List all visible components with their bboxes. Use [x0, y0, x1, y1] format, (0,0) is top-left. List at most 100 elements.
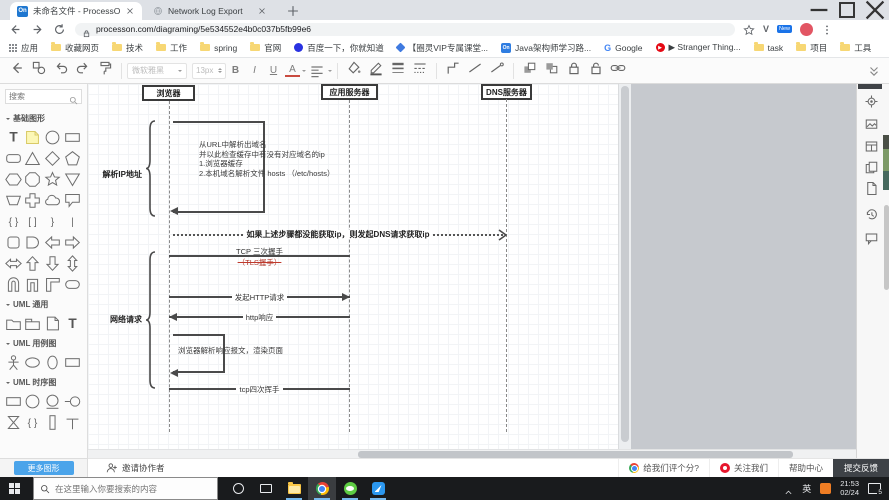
lifeline-dns-server[interactable] — [506, 99, 507, 432]
scrollbar-thumb[interactable] — [358, 451, 793, 458]
shape-brace-right[interactable]: } — [44, 212, 62, 230]
unlock-icon[interactable] — [588, 60, 604, 76]
bookmark-item-1[interactable]: 收藏网页 — [51, 42, 99, 54]
new-tab-button[interactable] — [286, 4, 300, 18]
line-straight-icon[interactable] — [467, 60, 483, 76]
window-minimize-button[interactable] — [805, 0, 833, 20]
taskbar-search-input[interactable] — [55, 483, 205, 494]
layout-icon[interactable] — [864, 139, 879, 154]
group-label-network-request[interactable]: 网络请求 — [96, 314, 142, 325]
shape-brace-pair[interactable]: { } — [4, 212, 22, 230]
shape-section-title[interactable]: UML 用例图 — [0, 333, 87, 352]
profile-avatar[interactable] — [800, 22, 814, 36]
shape-library-icon[interactable] — [31, 60, 47, 76]
fill-color-icon[interactable] — [346, 60, 362, 76]
shape-arrow-left[interactable] — [44, 233, 62, 251]
page-scrollbar-thumb[interactable] — [884, 205, 889, 290]
notification-icon[interactable]: 5 — [868, 483, 883, 496]
reload-icon[interactable] — [53, 23, 66, 36]
shape-rect[interactable] — [63, 128, 81, 146]
format-painter-icon[interactable] — [97, 60, 113, 76]
shape-circle-underline[interactable] — [44, 392, 62, 410]
shape-arrow-left-right[interactable] — [4, 254, 22, 272]
comment-icon[interactable] — [864, 231, 879, 246]
shape-cross[interactable] — [24, 191, 42, 209]
shape-triangle[interactable] — [24, 149, 42, 167]
feedback-button[interactable]: 提交反馈 — [832, 459, 889, 477]
message-label-http-response[interactable]: http响应 — [169, 312, 350, 323]
group-brace-network[interactable] — [144, 251, 157, 389]
shape-pentagon[interactable] — [63, 149, 81, 167]
line-style-icon[interactable] — [412, 60, 428, 76]
tab-network-log[interactable]: Network Log Export — [146, 2, 274, 20]
bookmark-item-11[interactable]: task — [753, 42, 783, 53]
ime-indicator[interactable]: 英 — [802, 482, 811, 495]
shape-rect[interactable] — [63, 353, 81, 371]
align-icon[interactable] — [309, 63, 325, 79]
message-label-tls-strikethrough[interactable]: （TLS握手） — [169, 257, 350, 268]
send-back-icon[interactable] — [544, 60, 560, 76]
taskbar-clock[interactable]: 21:53 02/24 — [840, 479, 859, 497]
dns-condition-label[interactable]: 如果上述步骤都没能获取ip，则发起DNS请求获取ip — [198, 229, 478, 240]
invite-collaborator-button[interactable]: 邀请协作者 — [106, 462, 165, 474]
shape-circle[interactable] — [44, 128, 62, 146]
bookmark-item-4[interactable]: spring — [200, 42, 237, 53]
shape-package-tab[interactable] — [24, 314, 42, 332]
forward-icon[interactable] — [31, 23, 44, 36]
shape-bracket-pair[interactable]: [ ] — [24, 212, 42, 230]
lock-icon[interactable] — [566, 60, 582, 76]
shape-d-shape[interactable] — [24, 233, 42, 251]
font-color-button[interactable]: A — [285, 64, 300, 77]
shape-diamond[interactable] — [44, 149, 62, 167]
shape-lifeline-head[interactable] — [63, 392, 81, 410]
bring-front-icon[interactable] — [522, 60, 538, 76]
shape-hourglass[interactable] — [4, 413, 22, 431]
font-size-stepper[interactable] — [218, 66, 222, 75]
shape-package[interactable] — [4, 314, 22, 332]
resolve-note[interactable]: 从URL中解析出域名 并以此检查缓存中有没有对应域名的ip 1.浏览器缓存 2.… — [199, 140, 334, 178]
wechat-button[interactable] — [336, 477, 364, 500]
rail-handle[interactable] — [858, 84, 882, 89]
url-box[interactable]: processon.com/diagraming/5e534552e4b0c03… — [75, 22, 735, 37]
shape-section-title[interactable]: UML 时序图 — [0, 372, 87, 391]
shape-rect[interactable] — [4, 392, 22, 410]
shape-rounded-rect[interactable] — [4, 149, 22, 167]
v-extension-icon[interactable]: V — [763, 24, 769, 34]
shape-arrow-right[interactable] — [63, 233, 81, 251]
shape-cloud[interactable] — [44, 191, 62, 209]
chevron-down-icon[interactable] — [328, 70, 332, 74]
bookmark-item-0[interactable]: 应用 — [9, 42, 38, 54]
shape-corner-l[interactable] — [44, 275, 62, 293]
shape-t-bar[interactable] — [63, 413, 81, 431]
shape-search-input[interactable] — [9, 92, 69, 101]
shape-arch-square[interactable] — [24, 275, 42, 293]
bookmark-item-5[interactable]: 官网 — [250, 42, 281, 54]
start-button[interactable] — [9, 482, 21, 495]
bookmark-item-13[interactable]: 工具 — [840, 42, 871, 54]
line-arrow-icon[interactable] — [489, 60, 505, 76]
shape-arrow-up-down[interactable] — [63, 254, 81, 272]
message-label-render[interactable]: 浏览器解析响应报文，渲染页面 — [178, 346, 283, 356]
rate-us-button[interactable]: 给我们评个分? — [618, 459, 709, 477]
help-center-button[interactable]: 帮助中心 — [777, 459, 833, 477]
collapse-toolbar-icon[interactable] — [867, 64, 881, 78]
group-label-resolve-ip[interactable]: 解析IP地址 — [90, 169, 142, 180]
message-label-tcp-wave[interactable]: tcp四次挥手 — [169, 384, 350, 395]
new-page-icon[interactable] — [864, 181, 879, 196]
diagram-canvas[interactable]: 浏览器 应用服务器 DNS服务器 从URL中解析出域名 并以此检查缓存中有没有对… — [88, 84, 618, 449]
window-maximize-button[interactable] — [833, 0, 861, 20]
italic-button[interactable]: I — [247, 65, 262, 76]
follow-us-button[interactable]: 关注我们 — [708, 459, 778, 477]
nav-back-icon[interactable] — [9, 60, 25, 76]
shape-trapezoid[interactable] — [4, 191, 22, 209]
font-size-select[interactable]: 13px — [192, 62, 226, 79]
actor-browser[interactable]: 浏览器 — [142, 85, 195, 101]
shape-octagon[interactable] — [24, 170, 42, 188]
file-explorer-button[interactable] — [280, 477, 308, 500]
hidden-icons-chevron[interactable] — [784, 484, 793, 495]
shape-text[interactable]: T — [4, 128, 22, 146]
shape-section-title[interactable]: 基础图形 — [0, 108, 87, 127]
shape-note[interactable] — [44, 314, 62, 332]
chevron-down-icon[interactable] — [302, 70, 306, 74]
new-extension-badge[interactable]: New — [777, 25, 793, 33]
